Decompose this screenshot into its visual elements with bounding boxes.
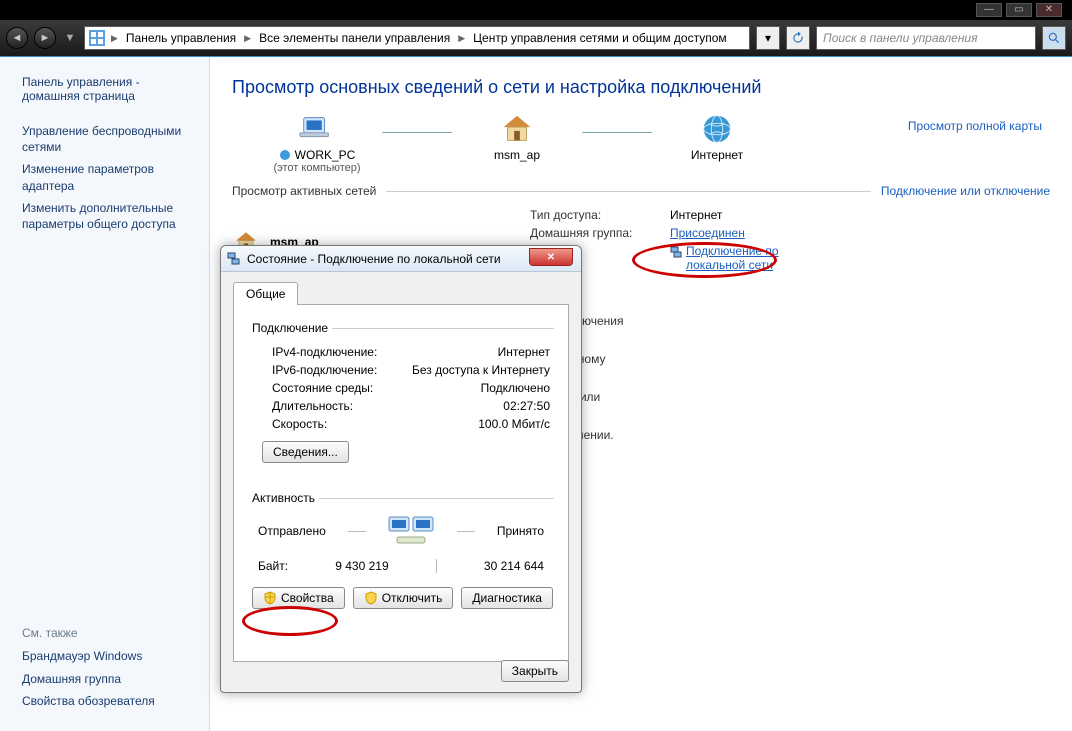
detail-value: Интернет [670, 208, 722, 222]
sidebar-link-firewall[interactable]: Брандмауэр Windows [22, 648, 195, 664]
kv-value: Интернет [498, 345, 550, 359]
properties-button[interactable]: Свойства [252, 587, 345, 609]
disable-button[interactable]: Отключить [353, 587, 454, 609]
search-input[interactable]: Поиск в панели управления [816, 26, 1036, 50]
search-placeholder: Поиск в панели управления [823, 31, 978, 45]
network-node-internet: Интернет [652, 110, 782, 174]
chevron-right-icon: ▶ [109, 33, 120, 44]
sidebar: Панель управления - домашняя страница Уп… [0, 57, 210, 731]
breadcrumb-item[interactable]: Центр управления сетями и общим доступом [467, 27, 733, 49]
chevron-right-icon: ▶ [242, 33, 253, 44]
homegroup-link[interactable]: Присоединен [670, 226, 745, 240]
bytes-received: 30 214 644 [484, 559, 544, 573]
kv-key: Скорость: [272, 417, 327, 431]
nav-forward-button[interactable]: ► [34, 27, 56, 49]
close-button[interactable]: Закрыть [501, 660, 569, 682]
details-button[interactable]: Сведения... [262, 441, 349, 463]
kv-value: Без доступа к Интернету [412, 363, 550, 377]
sidebar-link-adapter[interactable]: Изменение параметров адаптера [22, 161, 195, 193]
bytes-sent: 9 430 219 [335, 559, 388, 573]
sidebar-link-sharing[interactable]: Изменить дополнительные параметры общего… [22, 200, 195, 232]
kv-value: 100.0 Мбит/с [478, 417, 550, 431]
sidebar-link-wireless[interactable]: Управление беспроводными сетями [22, 123, 195, 155]
dialog-panel: Подключение IPv4-подключение: Интернет IP… [233, 304, 569, 662]
kv-value: Подключено [481, 381, 550, 395]
connection-status-dialog: Состояние - Подключение по локальной сет… [220, 245, 582, 693]
network-icon [670, 246, 682, 258]
kv-key: Состояние среды: [272, 381, 373, 395]
group-connection-label: Подключение [248, 321, 332, 335]
group-activity-label: Активность [248, 491, 319, 505]
maximize-button[interactable]: ▭ [1006, 3, 1032, 17]
explorer-navbar: ◄ ► ▼ ▶ Панель управления ▶ Все элементы… [0, 20, 1072, 56]
kv-key: Длительность: [272, 399, 353, 413]
dialog-close-button[interactable]: ✕ [529, 248, 573, 266]
bytes-label: Байт: [258, 559, 288, 573]
network-icon [227, 252, 241, 266]
nav-back-button[interactable]: ◄ [6, 27, 28, 49]
node-label: Интернет [691, 148, 743, 162]
sent-label: Отправлено [258, 524, 326, 538]
view-full-map-link[interactable]: Просмотр полной карты [908, 119, 1042, 133]
refresh-button[interactable] [786, 26, 810, 50]
node-label: WORK_PC [295, 148, 356, 162]
shield-icon [364, 591, 378, 605]
active-networks-section: Просмотр активных сетей Подключение или … [232, 184, 1050, 198]
page-title: Просмотр основных сведений о сети и наст… [232, 77, 1050, 98]
received-label: Принято [497, 524, 544, 538]
breadcrumb-item[interactable]: Все элементы панели управления [253, 27, 456, 49]
shield-icon [263, 591, 277, 605]
section-label: Просмотр активных сетей [232, 184, 376, 198]
connect-disconnect-link[interactable]: Подключение или отключение [881, 184, 1050, 198]
network-icon [279, 149, 291, 161]
window-titlebar: — ▭ ✕ [0, 0, 1072, 20]
kv-key: IPv6-подключение: [272, 363, 377, 377]
window-close-button[interactable]: ✕ [1036, 3, 1062, 17]
lan-connection-link[interactable]: Подключение по локальной сети [670, 244, 779, 272]
network-connector [382, 132, 452, 133]
control-panel-icon [85, 26, 109, 50]
address-bar[interactable]: ▶ Панель управления ▶ Все элементы панел… [84, 26, 750, 50]
search-button[interactable] [1042, 26, 1066, 50]
dialog-title: Состояние - Подключение по локальной сет… [247, 252, 501, 266]
activity-computers-icon [387, 513, 435, 549]
diagnose-button[interactable]: Диагностика [461, 587, 553, 609]
node-sublabel: (этот компьютер) [273, 162, 360, 174]
sidebar-link-homegroup[interactable]: Домашняя группа [22, 671, 195, 687]
kv-key: IPv4-подключение: [272, 345, 377, 359]
dialog-titlebar[interactable]: Состояние - Подключение по локальной сет… [221, 246, 581, 272]
network-connector [582, 132, 652, 133]
chevron-right-icon: ▶ [456, 33, 467, 44]
detail-key: Домашняя группа: [530, 226, 670, 240]
node-label: msm_ap [494, 148, 540, 162]
kv-value: 02:27:50 [503, 399, 550, 413]
address-dropdown-button[interactable]: ▾ [756, 26, 780, 50]
network-node-router: msm_ap [452, 110, 582, 174]
minimize-button[interactable]: — [976, 3, 1002, 17]
nav-history-dropdown[interactable]: ▼ [62, 27, 78, 49]
computer-icon [298, 110, 336, 148]
tab-general[interactable]: Общие [233, 282, 298, 305]
see-also-header: См. также [22, 626, 195, 640]
sidebar-home[interactable]: Панель управления - домашняя страница [22, 75, 195, 103]
detail-key: Тип доступа: [530, 208, 670, 222]
sidebar-link-inetprops[interactable]: Свойства обозревателя [22, 693, 195, 709]
house-icon [498, 110, 536, 148]
globe-icon [698, 110, 736, 148]
network-node-this-pc: WORK_PC (этот компьютер) [252, 110, 382, 174]
breadcrumb-item[interactable]: Панель управления [120, 27, 242, 49]
